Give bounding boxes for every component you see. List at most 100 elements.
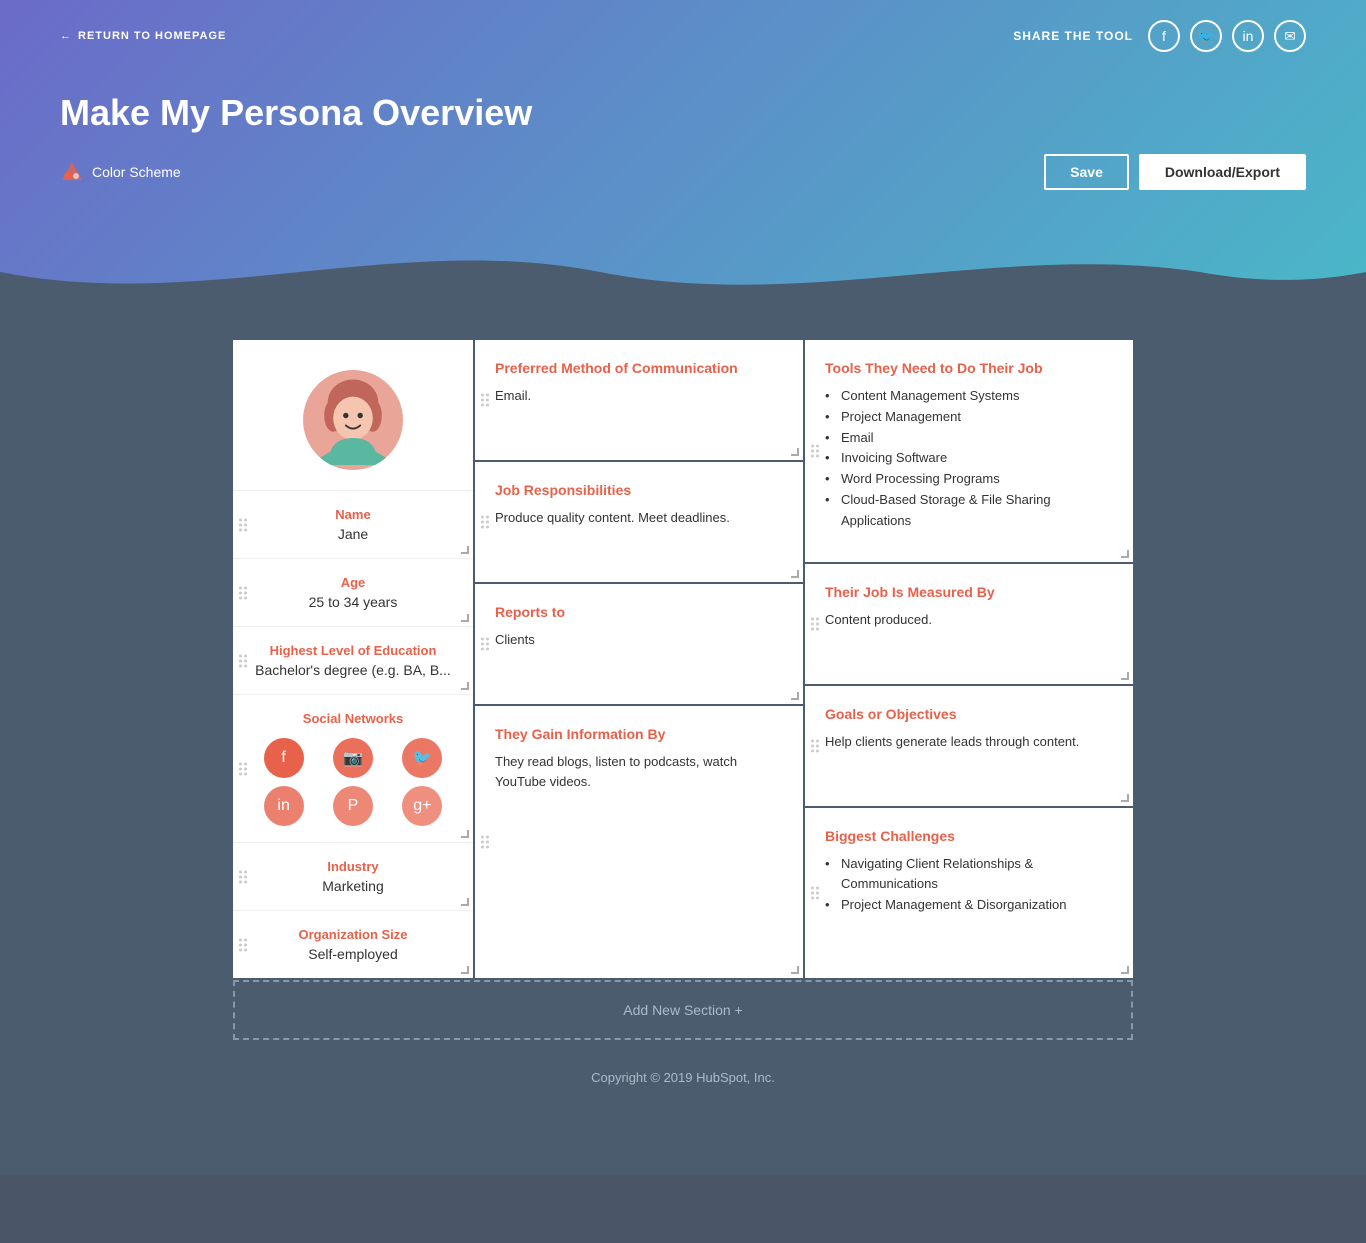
challenges-drag-handle[interactable] xyxy=(811,886,819,899)
org-drag-handle[interactable] xyxy=(239,938,247,951)
tools-title: Tools They Need to Do Their Job xyxy=(825,360,1113,376)
challenges-resize-handle[interactable] xyxy=(1121,966,1129,974)
header-top: RETURN TO HOMEPAGE SHARE THE TOOL f 🐦 in… xyxy=(60,20,1306,52)
job-drag-handle[interactable] xyxy=(481,516,489,529)
wave-decoration xyxy=(0,232,1366,310)
social-drag-handle[interactable] xyxy=(239,762,247,775)
name-value: Jane xyxy=(253,526,453,542)
reports-title: Reports to xyxy=(495,604,783,620)
reports-resize-handle[interactable] xyxy=(791,692,799,700)
avatar-section xyxy=(233,340,473,491)
reports-content: Clients xyxy=(495,630,783,650)
left-column: Name Jane Age 25 to 34 years xyxy=(233,340,473,978)
share-email-btn[interactable]: ✉ xyxy=(1274,20,1306,52)
age-block: Age 25 to 34 years xyxy=(233,559,473,627)
measured-content: Content produced. xyxy=(825,610,1113,630)
info-content: They read blogs, listen to podcasts, wat… xyxy=(495,752,783,791)
right-column: Tools They Need to Do Their Job Content … xyxy=(805,340,1133,978)
comm-drag-handle[interactable] xyxy=(481,394,489,407)
persona-grid: Name Jane Age 25 to 34 years xyxy=(233,340,1133,978)
job-title: Job Responsibilities xyxy=(495,482,783,498)
copyright-text: Copyright © 2019 HubSpot, Inc. xyxy=(591,1070,775,1085)
share-linkedin-btn[interactable]: in xyxy=(1232,20,1264,52)
share-twitter-btn[interactable]: 🐦 xyxy=(1190,20,1222,52)
name-resize-handle[interactable] xyxy=(461,546,469,554)
list-item: Invoicing Software xyxy=(825,448,1113,469)
goals-title: Goals or Objectives xyxy=(825,706,1113,722)
measured-resize-handle[interactable] xyxy=(1121,672,1129,680)
save-button[interactable]: Save xyxy=(1044,154,1129,190)
goals-drag-handle[interactable] xyxy=(811,739,819,752)
comm-resize-handle[interactable] xyxy=(791,448,799,456)
goals-card: Goals or Objectives Help clients generat… xyxy=(805,686,1133,806)
color-scheme-label: Color Scheme xyxy=(92,164,181,180)
education-resize-handle[interactable] xyxy=(461,682,469,690)
persona-avatar-image xyxy=(308,375,398,465)
industry-drag-handle[interactable] xyxy=(239,870,247,883)
header-section: RETURN TO HOMEPAGE SHARE THE TOOL f 🐦 in… xyxy=(0,0,1366,310)
job-card: Job Responsibilities Produce quality con… xyxy=(475,462,803,582)
list-item: Word Processing Programs xyxy=(825,469,1113,490)
comm-title: Preferred Method of Communication xyxy=(495,360,783,376)
challenges-title: Biggest Challenges xyxy=(825,828,1113,844)
tools-drag-handle[interactable] xyxy=(811,444,819,457)
measured-title: Their Job Is Measured By xyxy=(825,584,1113,600)
pinterest-social-btn[interactable]: P xyxy=(333,786,373,826)
header-buttons: Save Download/Export xyxy=(1044,154,1306,190)
name-label: Name xyxy=(253,507,453,522)
info-card: They Gain Information By They read blogs… xyxy=(475,706,803,978)
color-scheme-control[interactable]: Color Scheme xyxy=(60,160,181,184)
job-content: Produce quality content. Meet deadlines. xyxy=(495,508,783,528)
measured-card: Their Job Is Measured By Content produce… xyxy=(805,564,1133,684)
page-title: Make My Persona Overview xyxy=(60,92,1306,134)
tools-card: Tools They Need to Do Their Job Content … xyxy=(805,340,1133,562)
tools-resize-handle[interactable] xyxy=(1121,550,1129,558)
avatar xyxy=(303,370,403,470)
reports-drag-handle[interactable] xyxy=(481,638,489,651)
comm-content: Email. xyxy=(495,386,783,406)
list-item: Content Management Systems xyxy=(825,386,1113,407)
challenges-card: Biggest Challenges Navigating Client Rel… xyxy=(805,808,1133,978)
twitter-social-btn[interactable]: 🐦 xyxy=(402,738,442,778)
list-item: Project Management xyxy=(825,407,1113,428)
org-resize-handle[interactable] xyxy=(461,966,469,974)
job-resize-handle[interactable] xyxy=(791,570,799,578)
industry-block: Industry Marketing xyxy=(233,843,473,911)
age-drag-handle[interactable] xyxy=(239,586,247,599)
add-section-container: Add New Section + xyxy=(233,980,1133,1040)
list-item: Email xyxy=(825,428,1113,449)
footer: Copyright © 2019 HubSpot, Inc. xyxy=(60,1040,1306,1115)
age-label: Age xyxy=(253,575,453,590)
share-facebook-btn[interactable]: f xyxy=(1148,20,1180,52)
googleplus-social-btn[interactable]: g+ xyxy=(402,786,442,826)
info-resize-handle[interactable] xyxy=(791,966,799,974)
social-resize-handle[interactable] xyxy=(461,830,469,838)
education-drag-handle[interactable] xyxy=(239,654,247,667)
education-block: Highest Level of Education Bachelor's de… xyxy=(233,627,473,695)
org-size-block: Organization Size Self-employed xyxy=(233,911,473,978)
linkedin-social-btn[interactable]: in xyxy=(264,786,304,826)
name-drag-handle[interactable] xyxy=(239,518,247,531)
header-controls: Color Scheme Save Download/Export xyxy=(60,154,1306,190)
industry-resize-handle[interactable] xyxy=(461,898,469,906)
return-link[interactable]: RETURN TO HOMEPAGE xyxy=(60,30,226,42)
info-title: They Gain Information By xyxy=(495,726,783,742)
social-section: Social Networks f 📷 🐦 in P g+ xyxy=(233,695,473,843)
industry-label: Industry xyxy=(253,859,453,874)
info-drag-handle[interactable] xyxy=(481,836,489,849)
challenges-list: Navigating Client Relationships & Commun… xyxy=(825,854,1113,916)
org-value: Self-employed xyxy=(253,946,453,962)
comm-card: Preferred Method of Communication Email. xyxy=(475,340,803,460)
instagram-social-btn[interactable]: 📷 xyxy=(333,738,373,778)
share-section: SHARE THE TOOL f 🐦 in ✉ xyxy=(1013,20,1306,52)
age-resize-handle[interactable] xyxy=(461,614,469,622)
measured-drag-handle[interactable] xyxy=(811,617,819,630)
add-section-button[interactable]: Add New Section + xyxy=(233,980,1133,1040)
age-value: 25 to 34 years xyxy=(253,594,453,610)
list-item: Project Management & Disorganization xyxy=(825,895,1113,916)
goals-resize-handle[interactable] xyxy=(1121,794,1129,802)
goals-content: Help clients generate leads through cont… xyxy=(825,732,1113,752)
facebook-social-btn[interactable]: f xyxy=(264,738,304,778)
download-button[interactable]: Download/Export xyxy=(1139,154,1306,190)
list-item: Cloud-Based Storage & File Sharing Appli… xyxy=(825,490,1113,532)
